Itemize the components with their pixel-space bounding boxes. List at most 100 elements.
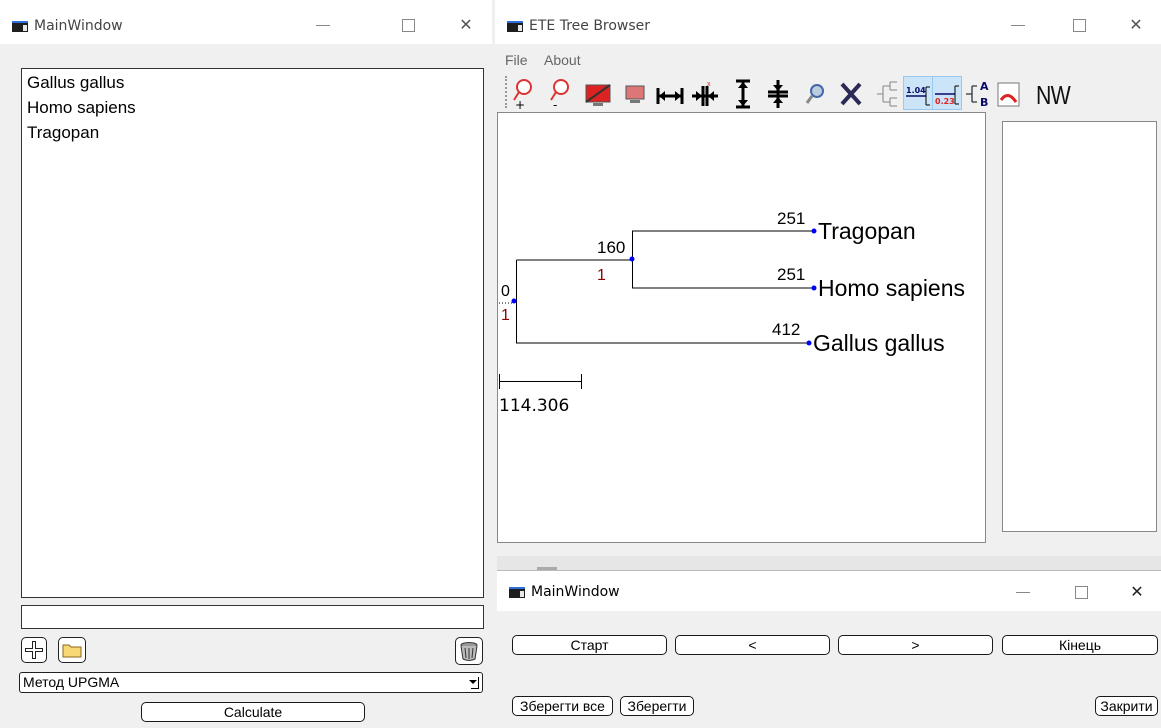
- tree-drawing: [499, 228, 817, 389]
- close-button[interactable]: ✕: [454, 13, 478, 37]
- svg-text:x: x: [707, 81, 711, 88]
- svg-text:B: B: [980, 96, 988, 109]
- root-node[interactable]: [511, 298, 517, 304]
- title-bar: MainWindow ✕: [497, 571, 1161, 611]
- menu-bar: File About: [495, 44, 1161, 72]
- leaf-name-label: Gallus gallus: [813, 330, 945, 356]
- window-title: MainWindow: [531, 584, 620, 600]
- inner-node[interactable]: [629, 256, 635, 262]
- leaf-node-tragopan[interactable]: [811, 228, 817, 234]
- add-button[interactable]: [21, 637, 47, 663]
- svg-text:-: -: [553, 98, 557, 110]
- leaf-names-icon: A B: [966, 80, 989, 109]
- save-all-button[interactable]: Зберегти все: [512, 696, 613, 716]
- fit-region-button[interactable]: [620, 76, 650, 110]
- zoom-in-button[interactable]: +: [508, 76, 538, 112]
- maximize-button[interactable]: [396, 13, 420, 37]
- shrink-vertical-button[interactable]: [763, 76, 793, 110]
- tree-canvas[interactable]: 0 1 160 1 251 Tragopan 251 Homo sapiens …: [497, 112, 986, 543]
- zoom-out-icon: -: [550, 79, 569, 112]
- leaf-distance-label: 251: [777, 209, 806, 228]
- root-distance-label: 0: [501, 283, 510, 300]
- expand-horizontal-button[interactable]: [655, 76, 685, 110]
- svg-text:0.23: 0.23: [935, 97, 955, 106]
- list-item[interactable]: Tragopan: [27, 123, 99, 143]
- properties-panel[interactable]: [1002, 121, 1157, 532]
- zoom-out-button[interactable]: -: [545, 76, 575, 112]
- window-title: MainWindow: [34, 18, 123, 34]
- menu-about[interactable]: About: [544, 52, 581, 68]
- svg-text:+: +: [515, 98, 525, 110]
- trash-icon: [460, 642, 478, 661]
- shrink-horizontal-icon: x: [692, 81, 718, 106]
- leaf-distance-label: 412: [772, 320, 801, 339]
- method-select[interactable]: Метод UPGMA: [19, 672, 483, 693]
- close-button[interactable]: ✕: [1124, 13, 1148, 37]
- scale-bar-label: 114.306: [499, 396, 570, 416]
- svg-text:A: A: [980, 80, 989, 93]
- main-window-left: MainWindow ✕ Gallus gallus Homo sapiens …: [0, 0, 492, 728]
- start-button[interactable]: Старт: [512, 635, 667, 655]
- minimize-button[interactable]: [1006, 13, 1030, 37]
- method-select-value: Метод UPGMA: [23, 674, 120, 690]
- splitter-handle[interactable]: [497, 556, 1161, 570]
- leaf-node-gallus-gallus[interactable]: [806, 340, 812, 346]
- leaf-distance-label: 251: [777, 265, 806, 284]
- export-pdf-button[interactable]: [994, 76, 1024, 110]
- delete-button[interactable]: [455, 637, 483, 665]
- menu-file[interactable]: File: [505, 52, 528, 68]
- maximize-button[interactable]: [1069, 580, 1093, 604]
- expand-vertical-button[interactable]: [728, 76, 758, 110]
- next-button[interactable]: >: [838, 635, 993, 655]
- app-icon: [507, 21, 523, 32]
- calculate-button[interactable]: Calculate: [141, 702, 365, 722]
- clear-search-icon: [840, 82, 862, 106]
- show-support-toggle[interactable]: 0.23: [932, 76, 962, 110]
- species-list[interactable]: Gallus gallus Homo sapiens Tragopan: [21, 68, 484, 598]
- zoom-in-icon: +: [513, 79, 532, 112]
- shrink-vertical-icon: [768, 80, 788, 108]
- maximize-button[interactable]: [1067, 13, 1091, 37]
- app-icon: [12, 21, 28, 32]
- close-window-button[interactable]: Закрити: [1095, 696, 1158, 716]
- clear-search-button[interactable]: [836, 76, 866, 110]
- minimize-button[interactable]: [1011, 580, 1035, 604]
- inner-distance-label: 160: [597, 238, 626, 257]
- search-icon: [805, 84, 824, 104]
- leaf-name-label: Homo sapiens: [818, 275, 966, 301]
- window-title: ETE Tree Browser: [529, 18, 651, 34]
- search-node-button[interactable]: [800, 76, 830, 110]
- title-bar: ETE Tree Browser ✕: [495, 0, 1161, 44]
- open-folder-button[interactable]: [58, 637, 86, 663]
- expand-horizontal-icon: [656, 88, 684, 104]
- support-icon: 0.23: [935, 85, 959, 106]
- species-input[interactable]: [21, 605, 484, 629]
- list-item[interactable]: Homo sapiens: [27, 98, 136, 118]
- title-bar: MainWindow ✕: [0, 0, 492, 44]
- newick-label: NW: [1036, 80, 1071, 110]
- list-item[interactable]: Gallus gallus: [27, 73, 124, 93]
- show-leaf-names-button[interactable]: A B: [963, 76, 993, 110]
- svg-text:1.04: 1.04: [906, 86, 926, 95]
- monitor-icon: [625, 85, 645, 103]
- minimize-button[interactable]: [311, 13, 335, 37]
- save-button[interactable]: Зберегти: [620, 696, 694, 716]
- fit-screen-button[interactable]: [583, 76, 613, 110]
- main-window-navigation: MainWindow ✕ Старт < > Кінець Зберегти в…: [497, 570, 1161, 728]
- folder-icon: [62, 644, 82, 658]
- end-button[interactable]: Кінець: [1002, 635, 1158, 655]
- app-icon: [509, 587, 525, 598]
- expand-vertical-icon: [736, 79, 750, 109]
- chevron-down-icon: [469, 680, 477, 684]
- previous-button[interactable]: <: [675, 635, 830, 655]
- pdf-icon: [997, 82, 1020, 107]
- leaf-node-homo-sapiens[interactable]: [811, 285, 817, 291]
- show-branch-length-toggle[interactable]: 1.04: [903, 76, 933, 110]
- leaf-name-label: Tragopan: [818, 218, 916, 244]
- monitor-icon: [585, 84, 611, 106]
- shrink-horizontal-button[interactable]: x: [690, 76, 720, 110]
- export-newick-button[interactable]: NW: [1033, 76, 1071, 110]
- close-button[interactable]: ✕: [1125, 580, 1149, 604]
- tree-layout-button[interactable]: [872, 76, 902, 110]
- tree-icon: [877, 81, 897, 107]
